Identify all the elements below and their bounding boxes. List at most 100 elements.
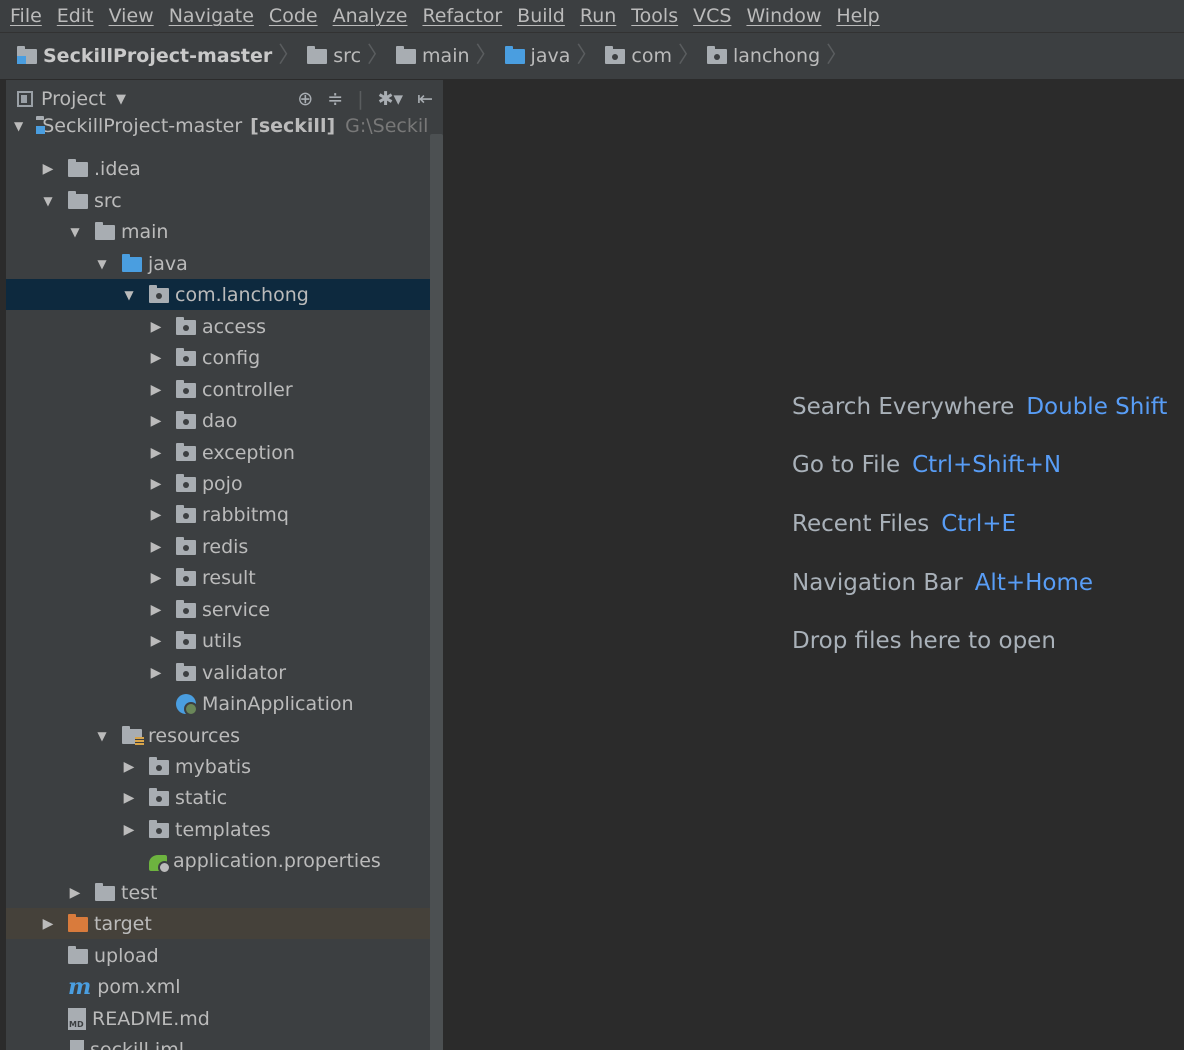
tree-node-label: utils (202, 629, 242, 652)
breadcrumb-item-seckillproject-master[interactable]: SeckillProject-master (17, 45, 272, 67)
tree-node-templates[interactable]: ▶ templates (6, 814, 430, 845)
menu-help[interactable]: Help (836, 0, 879, 32)
tree-node-idea[interactable]: ▶ .idea (6, 153, 430, 184)
tree-node-utils[interactable]: ▶ utils (6, 625, 430, 656)
tree-node-readme-md[interactable]: ▶README.md (6, 1003, 430, 1034)
collapsed-arrow-icon[interactable]: ▶ (149, 319, 163, 335)
menu-code[interactable]: Code (269, 0, 318, 32)
expanded-arrow-icon[interactable]: ▼ (122, 288, 136, 302)
menu-refactor[interactable]: Refactor (422, 0, 502, 32)
locate-icon[interactable]: ⊕ (297, 88, 313, 110)
collapsed-arrow-icon[interactable]: ▶ (68, 885, 82, 901)
tree-node-label: target (94, 912, 152, 935)
breadcrumb-label: com (631, 45, 672, 67)
tree-node-seckillproject-master[interactable]: ▼ SeckillProject-master [seckill] G:\Seckil… (6, 110, 443, 141)
collapsed-arrow-icon[interactable]: ▶ (149, 350, 163, 366)
collapsed-arrow-icon[interactable]: ▶ (149, 665, 163, 681)
menu-edit[interactable]: Edit (57, 0, 94, 32)
tree-node-seckill-iml[interactable]: ▶seckill.iml (6, 1034, 430, 1050)
collapsed-arrow-icon[interactable]: ▶ (149, 382, 163, 398)
collapsed-arrow-icon[interactable]: ▶ (122, 759, 136, 775)
tree-node-label: access (202, 315, 267, 338)
tree-node-resources[interactable]: ▼ resources (6, 720, 430, 751)
tree-node-label: upload (94, 944, 159, 967)
folder-icon (68, 191, 88, 209)
collapse-all-icon[interactable]: ≑ (327, 88, 343, 110)
collapsed-arrow-icon[interactable]: ▶ (149, 539, 163, 555)
collapsed-arrow-icon[interactable]: ▶ (149, 507, 163, 523)
hint-search-everywhere: Search Everywhere Double Shift (792, 394, 1167, 420)
chevron-down-icon[interactable]: ▼ (116, 92, 126, 107)
tree-node-service[interactable]: ▶ service (6, 594, 430, 625)
collapsed-arrow-icon[interactable]: ▶ (122, 790, 136, 806)
hint-label: Go to File (792, 452, 901, 478)
menu-view[interactable]: View (109, 0, 154, 32)
menu-run[interactable]: Run (580, 0, 616, 32)
collapsed-arrow-icon[interactable]: ▶ (149, 633, 163, 649)
tree-node-pom-xml[interactable]: ▶mpom.xml (6, 971, 430, 1002)
collapsed-arrow-icon[interactable]: ▶ (41, 916, 55, 932)
menu-navigate[interactable]: Navigate (169, 0, 254, 32)
expanded-arrow-icon[interactable]: ▼ (95, 729, 109, 743)
collapsed-arrow-icon[interactable]: ▶ (149, 413, 163, 429)
collapsed-arrow-icon[interactable]: ▶ (41, 161, 55, 177)
chevron-right-icon: 〉 (576, 43, 599, 68)
expanded-arrow-icon[interactable]: ▼ (41, 194, 55, 208)
package-icon (605, 45, 626, 64)
project-tool-window: Project ▼ ⊕ ≑ | ✱▾ ⇤ ▼ SeckillProject-mas… (6, 80, 443, 1050)
menu-build[interactable]: Build (517, 0, 565, 32)
tree-node-label: main (121, 220, 169, 243)
collapsed-arrow-icon[interactable]: ▶ (149, 570, 163, 586)
tree-node-java[interactable]: ▼ java (6, 248, 430, 279)
tree-node-config[interactable]: ▶ config (6, 342, 430, 373)
menu-file[interactable]: File (10, 0, 42, 32)
tree-node-com-lanchong[interactable]: ▼ com.lanchong (6, 279, 430, 310)
tree-node-pojo[interactable]: ▶ pojo (6, 468, 430, 499)
expanded-arrow-icon[interactable]: ▼ (14, 119, 23, 133)
menu-analyze[interactable]: Analyze (333, 0, 408, 32)
breadcrumb-item-com[interactable]: com (605, 45, 672, 67)
tree-node-src[interactable]: ▼ src (6, 185, 430, 216)
collapsed-arrow-icon[interactable]: ▶ (149, 445, 163, 461)
vertical-scrollbar[interactable] (430, 134, 443, 1050)
tree-node-test[interactable]: ▶ test (6, 877, 430, 908)
menu-vcs[interactable]: VCS (693, 0, 731, 32)
tree-node-validator[interactable]: ▶ validator (6, 657, 430, 688)
expanded-arrow-icon[interactable]: ▼ (68, 225, 82, 239)
menu-window[interactable]: Window (746, 0, 821, 32)
hint-navigation-bar: Navigation Bar Alt+Home (792, 570, 1093, 596)
collapsed-arrow-icon[interactable]: ▶ (149, 602, 163, 618)
tree-node-exception[interactable]: ▶ exception (6, 437, 430, 468)
tree-node-static[interactable]: ▶ static (6, 782, 430, 813)
tree-node-controller[interactable]: ▶ controller (6, 374, 430, 405)
gear-icon[interactable]: ✱▾ (378, 88, 403, 110)
module-path-label: G:\SeckillProj (345, 114, 443, 137)
collapsed-arrow-icon[interactable]: ▶ (122, 822, 136, 838)
breadcrumb-item-java[interactable]: java (504, 45, 570, 67)
tree-node-mainapplication[interactable]: ▶MainApplication (6, 688, 430, 719)
tree-node-application-properties[interactable]: ▶application.properties (6, 845, 430, 876)
breadcrumb-item-lanchong[interactable]: lanchong (706, 45, 820, 67)
breadcrumb-item-main[interactable]: main (396, 45, 470, 67)
breadcrumb-item-src[interactable]: src (307, 45, 361, 67)
tree-node-target[interactable]: ▶ target (6, 908, 430, 939)
tree-node-redis[interactable]: ▶ redis (6, 531, 430, 562)
tree-node-label: service (202, 598, 271, 621)
package-icon (176, 411, 196, 429)
tree-node-mybatis[interactable]: ▶ mybatis (6, 751, 430, 782)
expanded-arrow-icon[interactable]: ▼ (95, 257, 109, 271)
package-icon (149, 285, 169, 303)
chevron-right-icon: 〉 (677, 43, 700, 68)
tree-node-upload[interactable]: ▶upload (6, 940, 430, 971)
folder-icon (68, 946, 88, 964)
tree-node-dao[interactable]: ▶ dao (6, 405, 430, 436)
project-view-selector[interactable]: Project (41, 88, 106, 110)
tree-node-access[interactable]: ▶ access (6, 311, 430, 342)
hide-panel-icon[interactable]: ⇤ (417, 88, 433, 110)
menu-tools[interactable]: Tools (631, 0, 678, 32)
tree-node-main[interactable]: ▼ main (6, 216, 430, 247)
collapsed-arrow-icon[interactable]: ▶ (149, 476, 163, 492)
tree-node-result[interactable]: ▶ result (6, 562, 430, 593)
editor-empty-area[interactable]: Search Everywhere Double Shift Go to File C… (443, 80, 1184, 1050)
tree-node-rabbitmq[interactable]: ▶ rabbitmq (6, 499, 430, 530)
